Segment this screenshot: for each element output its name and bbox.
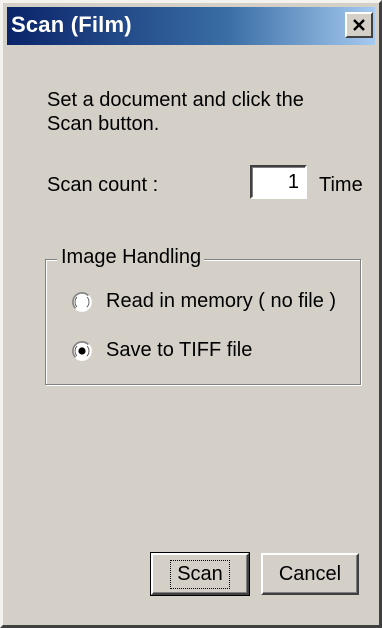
image-handling-title: Image Handling: [57, 246, 205, 269]
image-handling-group: [45, 259, 361, 385]
window-title: Scan (Film): [11, 12, 132, 37]
read-in-memory-label: Read in memory ( no file ): [106, 290, 337, 312]
close-button[interactable]: [345, 12, 373, 38]
radio-button-unselected[interactable]: [72, 292, 92, 312]
scan-button[interactable]: Scan: [150, 552, 250, 596]
instruction-text: Set a document and click the Scan button…: [47, 89, 304, 135]
scan-film-dialog: Scan (Film) Set a document and click the…: [0, 0, 382, 628]
scan-count-unit: Time: [319, 174, 363, 196]
cancel-button[interactable]: Cancel: [261, 553, 359, 595]
save-to-tiff-label: Save to TIFF file: [106, 339, 253, 361]
close-icon: [353, 19, 365, 31]
radio-button-selected[interactable]: [72, 341, 92, 361]
scan-button-label: Scan: [170, 559, 230, 589]
scan-count-input[interactable]: [250, 165, 307, 199]
scan-count-label: Scan count :: [47, 174, 159, 196]
title-bar[interactable]: Scan (Film): [7, 7, 375, 45]
